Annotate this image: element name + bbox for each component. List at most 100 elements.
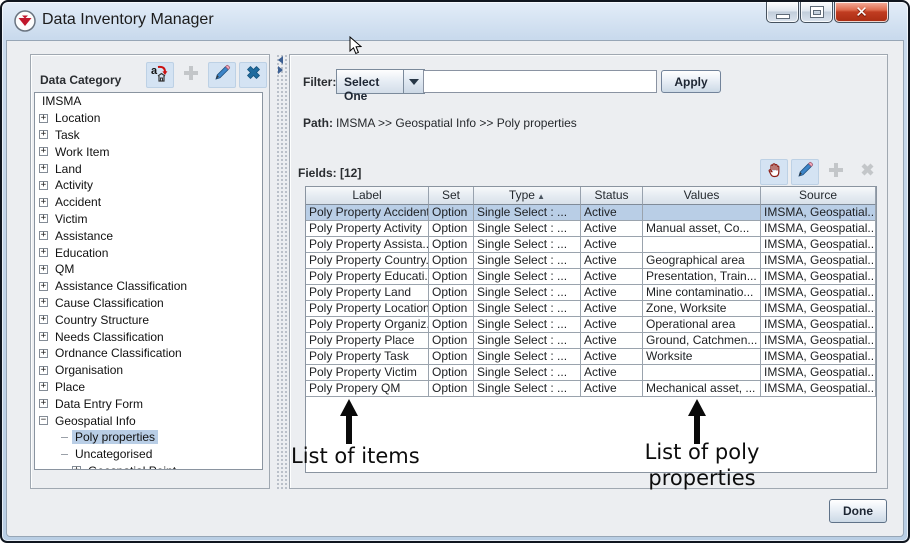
column-header-label[interactable]: Label xyxy=(306,187,429,205)
filter-dropdown[interactable]: Select One xyxy=(336,69,425,94)
tree-item-poly-properties[interactable]: Poly properties xyxy=(35,429,262,446)
tree-item-label: Work Item xyxy=(52,145,112,159)
tree-item-victim[interactable]: +Victim xyxy=(35,211,262,228)
expand-icon[interactable]: + xyxy=(39,147,48,156)
tree-item-country-structure[interactable]: +Country Structure xyxy=(35,311,262,328)
title-bar[interactable]: Data Inventory Manager ✕ xyxy=(2,2,908,40)
column-header-source[interactable]: Source xyxy=(761,187,876,205)
tree-item-task[interactable]: +Task xyxy=(35,127,262,144)
filter-input[interactable] xyxy=(423,70,657,93)
expand-icon[interactable]: + xyxy=(39,130,48,139)
cell-set: Option xyxy=(429,237,474,253)
table-row[interactable]: Poly Property ActivityOptionSingle Selec… xyxy=(306,221,876,237)
tree-item-assistance-classification[interactable]: +Assistance Classification xyxy=(35,278,262,295)
annotation-list-of-items: List of items xyxy=(291,444,420,468)
tree-item-qm[interactable]: +QM xyxy=(35,261,262,278)
apply-button[interactable]: Apply xyxy=(661,70,721,93)
expand-icon[interactable]: + xyxy=(39,332,48,341)
categorise-button[interactable]: a xyxy=(146,62,174,88)
edit-button[interactable] xyxy=(208,62,236,88)
tree-item-work-item[interactable]: + Work Item xyxy=(35,143,262,160)
edit-button[interactable] xyxy=(791,159,819,185)
collapse-icon[interactable]: − xyxy=(39,416,48,425)
done-button[interactable]: Done xyxy=(829,499,887,523)
tree-item-ordnance-classification[interactable]: +Ordnance Classification xyxy=(35,345,262,362)
tree-item-land[interactable]: +Land xyxy=(35,160,262,177)
cell-type: Single Select : ... xyxy=(474,333,581,349)
expand-icon[interactable]: + xyxy=(39,298,48,307)
svg-text:a: a xyxy=(151,65,158,77)
close-icon: ✕ xyxy=(855,5,868,20)
column-header-values[interactable]: Values xyxy=(643,187,761,205)
tree-item-needs-classification[interactable]: +Needs Classification xyxy=(35,328,262,345)
tree-item-accident[interactable]: +Accident xyxy=(35,194,262,211)
expand-icon[interactable]: + xyxy=(39,366,48,375)
expand-icon[interactable]: + xyxy=(39,248,48,257)
expand-icon[interactable]: + xyxy=(39,114,48,123)
breadcrumb: IMSMA >> Geospatial Info >> Poly propert… xyxy=(336,116,577,130)
expand-icon[interactable]: + xyxy=(39,198,48,207)
tree-item-label: Geospatial Info xyxy=(52,414,139,428)
cell-values: Manual asset, Co... xyxy=(643,221,761,237)
cell-status: Active xyxy=(581,253,643,269)
table-row[interactable]: Poly Property Country...OptionSingle Sel… xyxy=(306,253,876,269)
table-row[interactable]: Poly Property TaskOptionSingle Select : … xyxy=(306,349,876,365)
table-row[interactable]: Poly Propery QMOptionSingle Select : ...… xyxy=(306,381,876,397)
filter-dropdown-value: Select One xyxy=(337,70,403,93)
expand-icon[interactable]: + xyxy=(39,282,48,291)
expand-icon[interactable]: + xyxy=(39,382,48,391)
table-row[interactable]: Poly Property LandOptionSingle Select : … xyxy=(306,285,876,301)
expand-icon[interactable]: + xyxy=(39,349,48,358)
expand-icon[interactable]: + xyxy=(39,315,48,324)
expand-icon[interactable]: + xyxy=(39,265,48,274)
tree-item-organisation[interactable]: +Organisation xyxy=(35,362,262,379)
expand-icon[interactable]: + xyxy=(39,231,48,240)
collapse-right-icon[interactable] xyxy=(278,66,283,74)
annotation-arrow-up-items xyxy=(337,399,361,444)
tree-item-assistance[interactable]: +Assistance xyxy=(35,227,262,244)
expand-icon[interactable]: + xyxy=(72,466,81,470)
table-row[interactable]: Poly Property Organiz...OptionSingle Sel… xyxy=(306,317,876,333)
tree-item-education[interactable]: +Education xyxy=(35,244,262,261)
column-header-type[interactable]: Type ▲ xyxy=(474,187,581,205)
close-button[interactable]: ✕ xyxy=(834,2,889,23)
cell-label: Poly Property Country... xyxy=(306,253,429,269)
cell-label: Poly Property Location xyxy=(306,301,429,317)
minimize-button[interactable] xyxy=(766,2,799,23)
delete-button[interactable] xyxy=(239,62,267,88)
cell-label: Poly Property Victim xyxy=(306,365,429,381)
hand-button[interactable] xyxy=(760,159,788,185)
expand-icon[interactable]: + xyxy=(39,181,48,190)
tree-item-uncategorised[interactable]: Uncategorised xyxy=(35,446,262,463)
cell-type: Single Select : ... xyxy=(474,285,581,301)
expand-icon[interactable]: + xyxy=(39,164,48,173)
column-header-set[interactable]: Set xyxy=(429,187,474,205)
column-header-status[interactable]: Status xyxy=(581,187,643,205)
cell-type: Single Select : ... xyxy=(474,237,581,253)
tree-item-cause-classification[interactable]: +Cause Classification xyxy=(35,295,262,312)
collapse-left-icon[interactable] xyxy=(278,56,283,64)
maximize-button[interactable] xyxy=(800,2,833,23)
cell-values: Mine contaminatio... xyxy=(643,285,761,301)
table-row[interactable]: Poly Property PlaceOptionSingle Select :… xyxy=(306,333,876,349)
tree-item-activity[interactable]: +Activity xyxy=(35,177,262,194)
expand-icon[interactable]: + xyxy=(39,399,48,408)
table-row[interactable]: Poly Property AccidentOptionSingle Selec… xyxy=(306,205,876,221)
chevron-down-icon xyxy=(409,79,419,85)
expand-icon[interactable]: + xyxy=(39,214,48,223)
tree-item-imsma[interactable]: IMSMA xyxy=(35,93,262,110)
tree-item-label: Poly properties xyxy=(72,430,158,444)
tree-item-location[interactable]: +Location xyxy=(35,110,262,127)
split-pane-divider[interactable] xyxy=(276,54,288,489)
tree-item-geospatial-point[interactable]: +Geospatial Point xyxy=(35,463,262,470)
table-row[interactable]: Poly Property LocationOptionSingle Selec… xyxy=(306,301,876,317)
tree-item-data-entry-form[interactable]: +Data Entry Form xyxy=(35,395,262,412)
tree-item-geospatial-info[interactable]: −Geospatial Info xyxy=(35,412,262,429)
dropdown-arrow-button[interactable] xyxy=(403,70,424,93)
table-row[interactable]: Poly Property Educati...OptionSingle Sel… xyxy=(306,269,876,285)
cell-set: Option xyxy=(429,349,474,365)
table-row[interactable]: Poly Property Assista...OptionSingle Sel… xyxy=(306,237,876,253)
table-row[interactable]: Poly Property VictimOptionSingle Select … xyxy=(306,365,876,381)
tree-item-place[interactable]: +Place xyxy=(35,379,262,396)
cell-source: IMSMA, Geospatial... xyxy=(761,221,876,237)
